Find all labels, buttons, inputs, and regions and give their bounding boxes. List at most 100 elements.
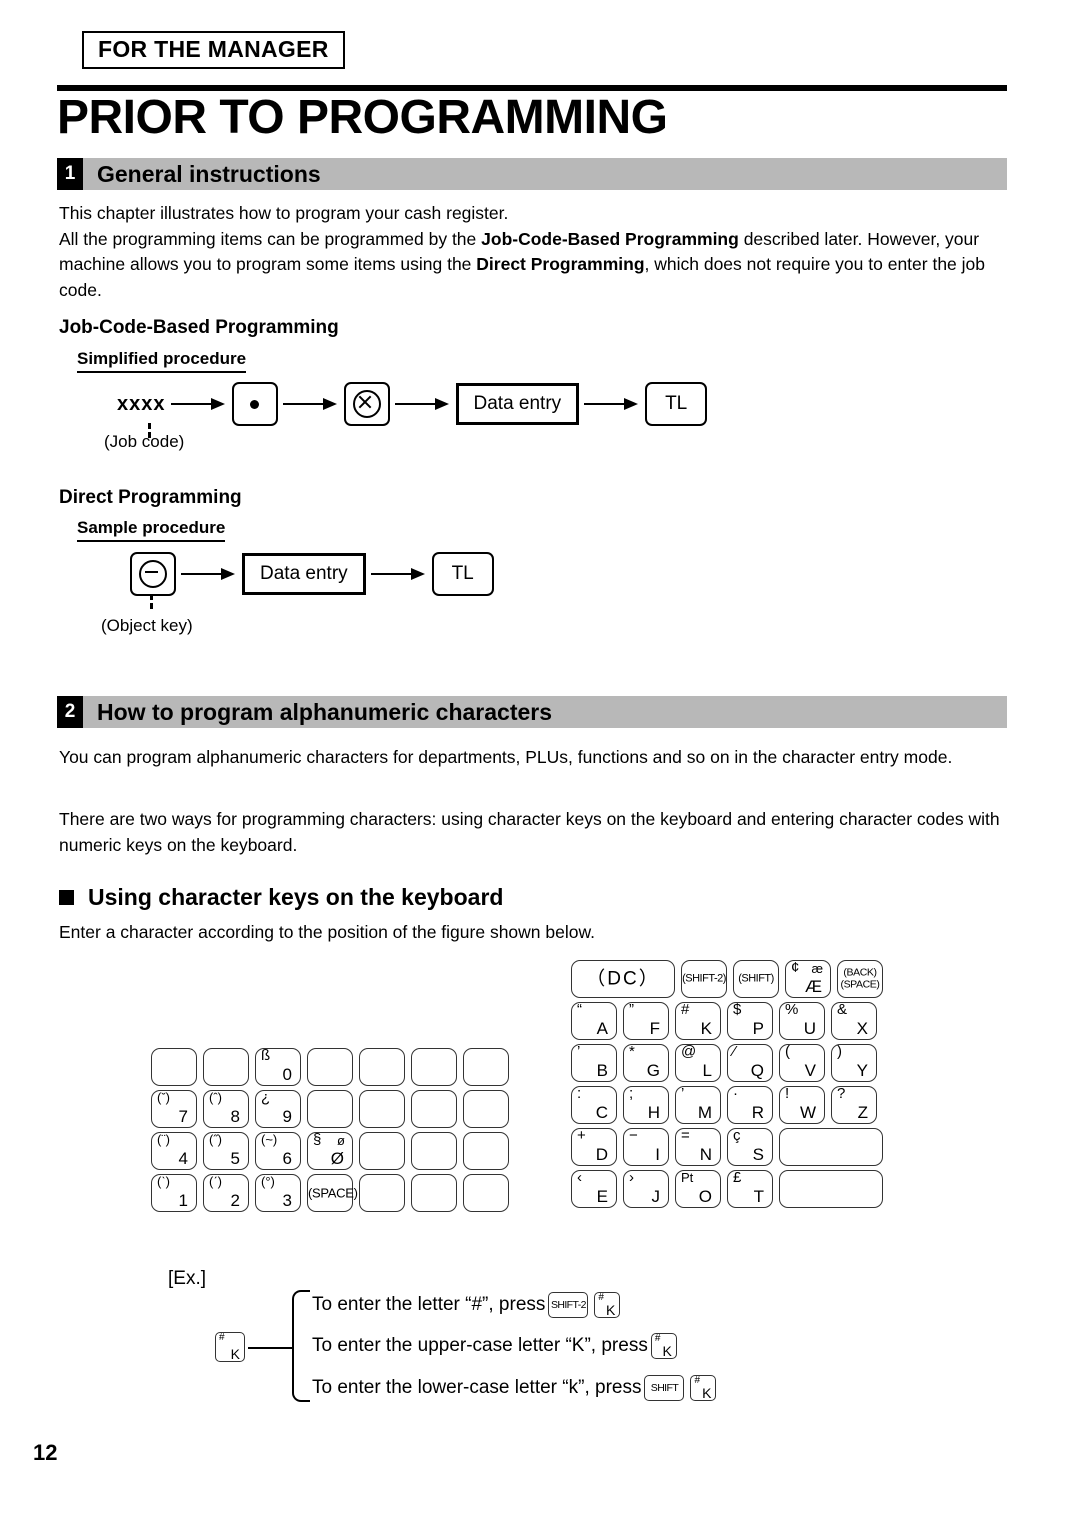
keyboard-key-right-0-4[interactable]: (BACK) (SPACE)	[837, 960, 883, 998]
keyboard-key-left-1-3[interactable]	[307, 1090, 353, 1128]
keyboard-key-left-2-6[interactable]	[463, 1132, 509, 1170]
keyboard-key-right-3-2[interactable]: ’ M	[675, 1086, 721, 1124]
key-shift-glyph: ç	[733, 1127, 741, 1144]
keyboard-key-right-4-2[interactable]: = N	[675, 1128, 721, 1166]
keyboard-key-left-3-2[interactable]: (°) 3	[255, 1174, 301, 1212]
key-main-glyph: K	[702, 1385, 712, 1401]
keyboard-key-right-5-4[interactable]	[779, 1170, 883, 1208]
keyboard-key-right-2-2[interactable]: @ L	[675, 1044, 721, 1082]
keyboard-key-left-3-5[interactable]	[411, 1174, 457, 1212]
key-main-glyph: Z	[857, 1103, 868, 1122]
keyboard-key-left-1-1[interactable]: (ˆ) 8	[203, 1090, 249, 1128]
key-label: (BACK) (SPACE)	[840, 966, 880, 990]
keyboard-key-left-2-4[interactable]	[359, 1132, 405, 1170]
key-shift-glyph: “	[577, 1001, 582, 1018]
keyboard-key-left-0-4[interactable]	[359, 1048, 405, 1086]
example-key-3-2[interactable]: # K	[690, 1375, 717, 1401]
keyboard-left-block[interactable]: ß 0 (ˇ) 7 (ˆ) 8 ¿ 9 (¨) 4 (˝) 5 (~) 6 § ø Ø (ˋ) 1 (ˊ) 2 (°) 3 (…	[148, 1046, 512, 1214]
keyboard-key-right-0-0[interactable]: （DC）	[571, 960, 675, 998]
key-shift-glyph: ’	[681, 1085, 685, 1102]
keyboard-key-left-1-2[interactable]: ¿ 9	[255, 1090, 301, 1128]
example-key-1-2[interactable]: # K	[594, 1292, 621, 1318]
keyboard-key-left-0-0[interactable]	[151, 1048, 197, 1086]
keyboard-key-left-3-1[interactable]: (ˊ) 2	[203, 1174, 249, 1212]
keyboard-key-right-2-5[interactable]: ) Y	[831, 1044, 877, 1082]
keyboard-key-right-0-3[interactable]: ¢ æ Æ	[785, 960, 831, 998]
key-shift-glyph: @	[681, 1043, 697, 1060]
keyboard-key-right-2-3[interactable]: ⁄ Q	[727, 1044, 773, 1082]
keyboard-key-left-1-5[interactable]	[411, 1090, 457, 1128]
keyboard-key-right-5-0[interactable]: ‹ E	[571, 1170, 617, 1208]
keyboard-key-left-1-6[interactable]	[463, 1090, 509, 1128]
keyboard-key-left-3-3[interactable]: (SPACE)	[307, 1174, 358, 1212]
keyboard-key-left-1-4[interactable]	[359, 1090, 405, 1128]
example-key-1-1[interactable]: SHIFT-2	[548, 1292, 589, 1318]
key-shift-glyph: +	[577, 1127, 586, 1144]
keyboard-key-right-1-5[interactable]: & X	[831, 1002, 877, 1040]
keyboard-key-right-3-1[interactable]: ; H	[623, 1086, 669, 1124]
key-main-glyph: D	[595, 1145, 608, 1164]
keyboard-key-right-5-1[interactable]: › J	[623, 1170, 669, 1208]
keyboard-key-right-2-4[interactable]: (V	[779, 1044, 825, 1082]
keyboard-right-block[interactable]: （DC） (SHIFT-2) (SHIFT) ¢ æ Æ (BACK) (SPACE) “A” F…	[568, 958, 886, 1210]
keyboard-row: （DC） (SHIFT-2) (SHIFT) ¢ æ Æ (BACK) (SPACE)	[568, 958, 886, 1000]
job-code-caption: (Job code)	[104, 432, 185, 451]
for-the-manager-tag: FOR THE MANAGER	[82, 31, 345, 69]
flow-arrow-icon	[181, 568, 237, 580]
keyboard-key-left-2-0[interactable]: (¨) 4	[151, 1132, 197, 1170]
key-main-glyph: M	[697, 1103, 712, 1122]
flow-arrow-icon	[394, 398, 451, 410]
key-shift-glyph: #	[654, 1333, 661, 1344]
keyboard-key-right-1-0[interactable]: “A	[571, 1002, 617, 1040]
keyboard-key-left-0-3[interactable]	[307, 1048, 353, 1086]
keyboard-key-left-2-5[interactable]	[411, 1132, 457, 1170]
keyboard-key-left-1-0[interactable]: (ˇ) 7	[151, 1090, 197, 1128]
flow-arrow-icon	[282, 398, 339, 410]
keyboard-key-left-3-0[interactable]: (ˋ) 1	[151, 1174, 197, 1212]
keyboard-key-left-3-4[interactable]	[359, 1174, 405, 1212]
keyboard-key-left-2-2[interactable]: (~) 6	[255, 1132, 301, 1170]
keyboard-key-right-5-3[interactable]: £ T	[727, 1170, 773, 1208]
key-main-glyph: P	[752, 1019, 764, 1038]
keyboard-key-right-4-1[interactable]: − I	[623, 1128, 669, 1166]
keyboard-key-left-0-1[interactable]	[203, 1048, 249, 1086]
example-source-key[interactable]: # K	[215, 1332, 245, 1362]
keyboard-key-right-1-4[interactable]: % U	[779, 1002, 825, 1040]
keyboard-key-left-3-6[interactable]	[463, 1174, 509, 1212]
keyboard-key-right-0-1[interactable]: (SHIFT-2)	[681, 960, 727, 998]
key-shift-glyph: ?	[837, 1085, 846, 1102]
key-main-glyph: K	[662, 1343, 672, 1359]
keyboard-key-right-3-0[interactable]: :C	[571, 1086, 617, 1124]
keyboard-key-left-2-3[interactable]: § ø Ø	[307, 1132, 353, 1170]
example-brace	[292, 1290, 310, 1402]
keyboard-key-right-1-2[interactable]: # K	[675, 1002, 721, 1040]
key-shift-glyph: (	[785, 1043, 790, 1060]
keyboard-key-right-4-0[interactable]: + D	[571, 1128, 617, 1166]
keyboard-key-right-1-3[interactable]: $ P	[727, 1002, 773, 1040]
keyboard-key-right-4-4[interactable]	[779, 1128, 883, 1166]
keyboard-key-left-0-2[interactable]: ß0	[255, 1048, 301, 1086]
key-main-glyph: Y	[856, 1061, 868, 1080]
keyboard-key-right-0-2[interactable]: (SHIFT)	[733, 960, 779, 998]
section-header-alphanumeric: 2 How to program alphanumeric characters	[57, 696, 1007, 728]
tl-key-icon: TL	[645, 382, 708, 426]
page-number: 12	[33, 1440, 58, 1465]
keyboard-key-right-3-5[interactable]: ? Z	[831, 1086, 877, 1124]
keyboard-key-right-4-3[interactable]: çS	[727, 1128, 773, 1166]
keyboard-key-left-0-6[interactable]	[463, 1048, 509, 1086]
keyboard-key-left-0-5[interactable]	[411, 1048, 457, 1086]
example-key-2-1[interactable]: # K	[650, 1333, 677, 1359]
key-label: (SPACE)	[308, 1185, 358, 1201]
key-main-glyph: G	[646, 1061, 660, 1080]
keyboard-key-right-5-2[interactable]: Pt O	[675, 1170, 721, 1208]
keyboard-key-left-2-1[interactable]: (˝) 5	[203, 1132, 249, 1170]
key-shift-glyph: Pt	[681, 1170, 694, 1185]
keyboard-key-right-1-1[interactable]: ” F	[623, 1002, 669, 1040]
keyboard-key-right-3-4[interactable]: ! W	[779, 1086, 825, 1124]
keyboard-key-right-2-0[interactable]: ’ B	[571, 1044, 617, 1082]
keyboard-key-right-3-3[interactable]: · R	[727, 1086, 773, 1124]
example-key-3-1[interactable]: SHIFT	[644, 1375, 685, 1401]
keyboard-key-right-2-1[interactable]: * G	[623, 1044, 669, 1082]
example-line-text: To enter the lower-case letter “k”, pres…	[312, 1377, 642, 1398]
keyboard-row: ‹ E › J Pt O £ T	[568, 1168, 886, 1210]
